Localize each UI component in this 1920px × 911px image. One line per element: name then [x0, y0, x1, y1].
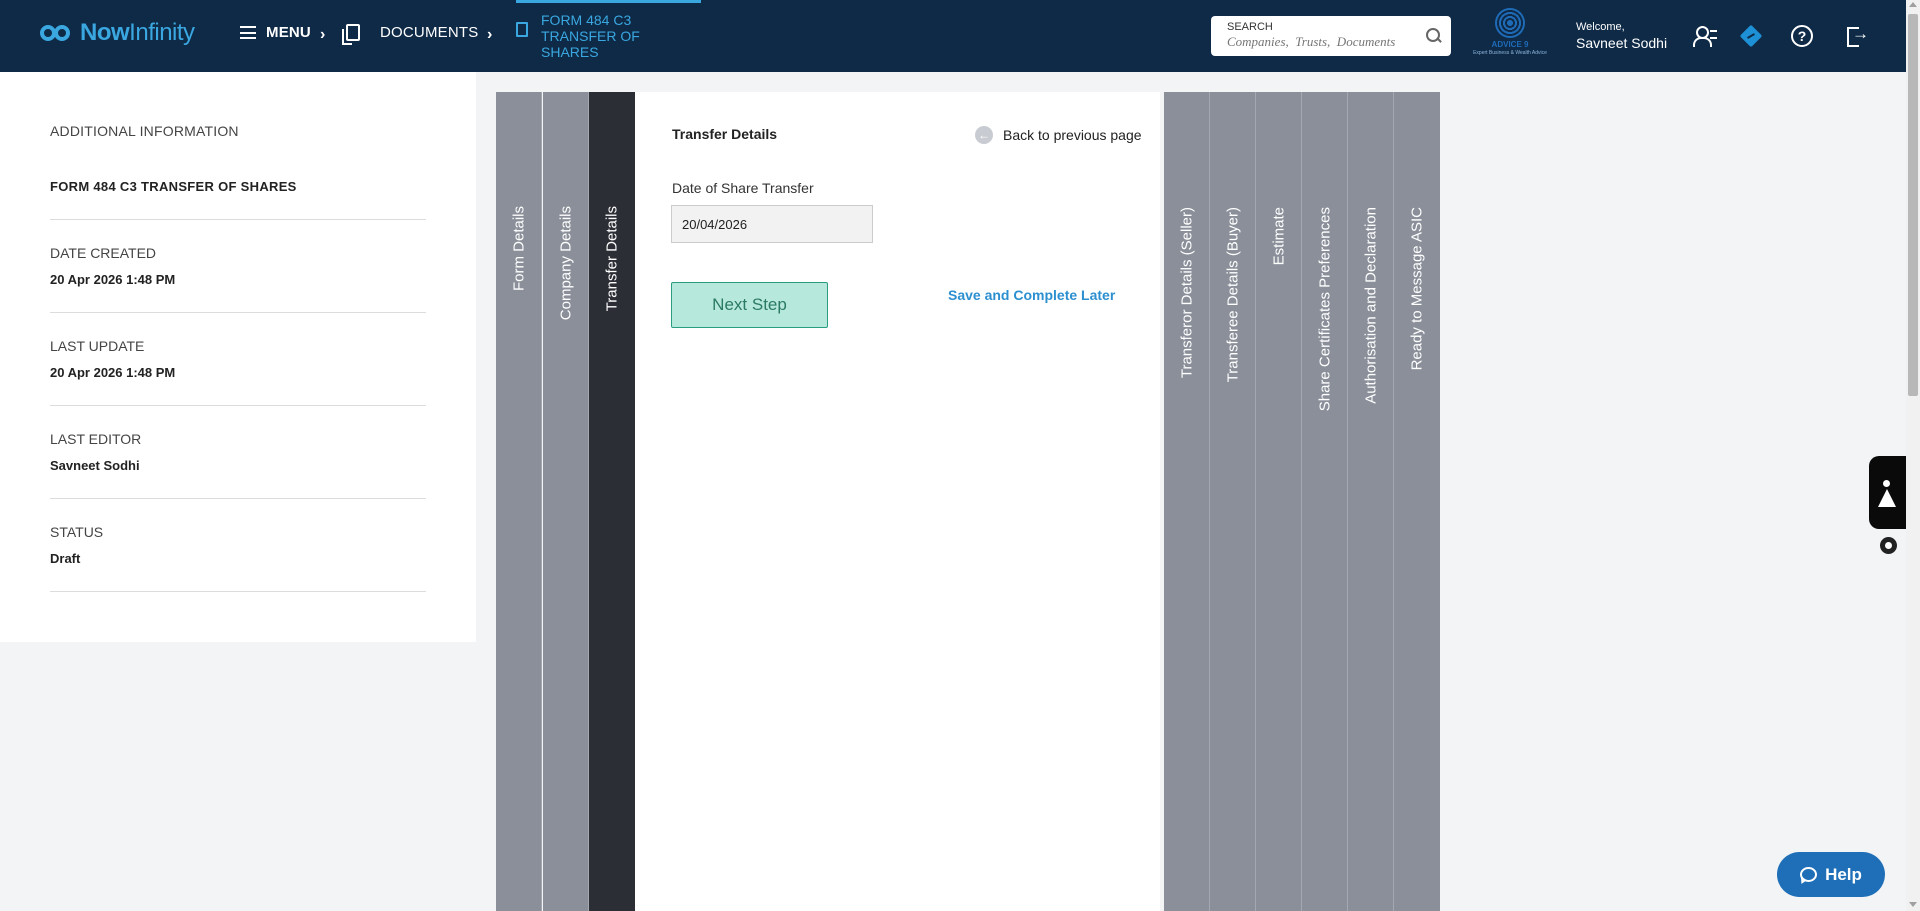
- help-button-label: Help: [1825, 864, 1862, 884]
- tab-label: Form Details: [510, 206, 527, 292]
- tab-transferee-details[interactable]: Transferee Details (Buyer): [1210, 92, 1256, 911]
- chevron-right-icon: ›: [320, 26, 326, 43]
- tab-transfer-details[interactable]: Transfer Details: [589, 92, 635, 911]
- breadcrumb-current-form[interactable]: FORM 484 C3 TRANSFER OF SHARES: [516, 0, 701, 72]
- diamond-icon[interactable]: [1740, 25, 1762, 47]
- menu-label: MENU: [266, 24, 311, 41]
- divider: [50, 498, 426, 499]
- additional-information-panel: ADDITIONAL INFORMATION FORM 484 C3 TRANS…: [0, 72, 476, 642]
- tab-label: Ready to Message ASIC: [1408, 207, 1426, 371]
- partner-logo-tagline: Expert Business & Wealth Advice: [1473, 50, 1547, 56]
- nowinfinity-logo[interactable]: NowInfinity: [40, 19, 195, 47]
- tab-estimate[interactable]: Estimate: [1256, 92, 1302, 911]
- date-of-share-transfer-field[interactable]: [671, 205, 873, 243]
- tab-authorisation-and-declaration[interactable]: Authorisation and Declaration: [1348, 92, 1394, 911]
- last-update-value: 20 Apr 2026 1:48 PM: [50, 365, 176, 380]
- scroll-down-arrow-icon[interactable]: [1909, 902, 1917, 907]
- tab-label: Share Certificates Preferences: [1316, 207, 1333, 412]
- panel-heading: ADDITIONAL INFORMATION: [50, 123, 239, 139]
- tab-form-details[interactable]: Form Details: [496, 92, 542, 911]
- divider: [50, 591, 426, 592]
- page-scrollbar[interactable]: [1906, 0, 1920, 911]
- divider: [50, 312, 426, 313]
- hamburger-icon: [240, 26, 256, 39]
- logout-icon[interactable]: [1847, 24, 1869, 47]
- tab-company-details[interactable]: Company Details: [543, 92, 589, 911]
- divider: [50, 219, 426, 220]
- tab-label: Authorisation and Declaration: [1362, 207, 1379, 404]
- help-circle-icon[interactable]: ?: [1791, 25, 1813, 47]
- tab-label: Estimate: [1270, 207, 1287, 266]
- section-title: Transfer Details: [672, 126, 778, 142]
- breadcrumb-documents-label: DOCUMENTS: [380, 24, 479, 41]
- scroll-up-arrow-icon[interactable]: [1909, 2, 1917, 7]
- global-search[interactable]: SEARCH: [1211, 16, 1451, 56]
- breadcrumb-current-label: FORM 484 C3 TRANSFER OF SHARES: [541, 12, 640, 60]
- back-to-previous-link[interactable]: ← Back to previous page: [975, 126, 1142, 144]
- scrollbar-thumb[interactable]: [1908, 14, 1918, 396]
- infinity-logo-icon: [40, 21, 74, 45]
- last-update-label: LAST UPDATE: [50, 338, 145, 354]
- form-wizard: Form Details Company Details Transfer De…: [496, 92, 1440, 911]
- welcome-user: Welcome, Savneet Sodhi: [1576, 21, 1667, 51]
- search-label: SEARCH: [1227, 21, 1273, 33]
- back-link-label: Back to previous page: [1003, 127, 1142, 143]
- tab-label: Transferee Details (Buyer): [1224, 207, 1241, 383]
- chevron-right-icon: ›: [487, 26, 493, 43]
- last-editor-value: Savneet Sodhi: [50, 458, 140, 473]
- search-input[interactable]: [1227, 34, 1417, 50]
- active-breadcrumb-indicator: [516, 0, 701, 3]
- date-created-label: DATE CREATED: [50, 245, 157, 261]
- accessibility-widget-tab[interactable]: [1869, 456, 1906, 529]
- welcome-label: Welcome,: [1576, 21, 1625, 33]
- status-value: Draft: [50, 551, 81, 566]
- gear-icon[interactable]: [1880, 537, 1897, 554]
- status-label: STATUS: [50, 524, 104, 540]
- tab-ready-to-message-asic[interactable]: Ready to Message ASIC: [1394, 92, 1440, 911]
- menu-button[interactable]: MENU: [240, 24, 311, 41]
- fingerprint-globe-icon: [1495, 8, 1525, 38]
- breadcrumb-documents[interactable]: DOCUMENTS: [342, 24, 479, 45]
- divider: [50, 405, 426, 406]
- date-created-value: 20 Apr 2026 1:48 PM: [50, 272, 176, 287]
- save-and-complete-later-link[interactable]: Save and Complete Later: [948, 287, 1115, 303]
- tab-share-certificates-preferences[interactable]: Share Certificates Preferences: [1302, 92, 1348, 911]
- next-step-button[interactable]: Next Step: [671, 282, 828, 328]
- help-chat-button[interactable]: Help: [1777, 852, 1885, 897]
- tab-label: Transferor Details (Seller): [1178, 207, 1195, 379]
- user-name: Savneet Sodhi: [1576, 35, 1668, 51]
- search-icon[interactable]: [1426, 28, 1441, 43]
- form-icon: [516, 21, 528, 37]
- tab-label: Company Details: [557, 206, 574, 321]
- last-editor-label: LAST EDITOR: [50, 431, 142, 447]
- top-navigation-bar: NowInfinity MENU › DOCUMENTS › FORM 484 …: [0, 0, 1906, 72]
- tab-label: Transfer Details: [603, 206, 621, 312]
- documents-icon: [342, 24, 360, 45]
- logo-text: NowInfinity: [80, 19, 195, 46]
- chat-bubble-icon: [1800, 867, 1818, 882]
- partner-logo-name: ADVICE 9: [1491, 40, 1529, 49]
- step-content-panel: Transfer Details ← Back to previous page…: [635, 92, 1160, 911]
- user-profile-icon[interactable]: [1693, 25, 1717, 47]
- form-title: FORM 484 C3 TRANSFER OF SHARES: [50, 179, 297, 194]
- date-of-share-transfer-label: Date of Share Transfer: [672, 180, 814, 196]
- arrow-left-circle-icon: ←: [975, 126, 993, 144]
- tab-transferor-details[interactable]: Transferor Details (Seller): [1164, 92, 1210, 911]
- partner-logo: ADVICE 9 Expert Business & Wealth Advice: [1470, 8, 1550, 62]
